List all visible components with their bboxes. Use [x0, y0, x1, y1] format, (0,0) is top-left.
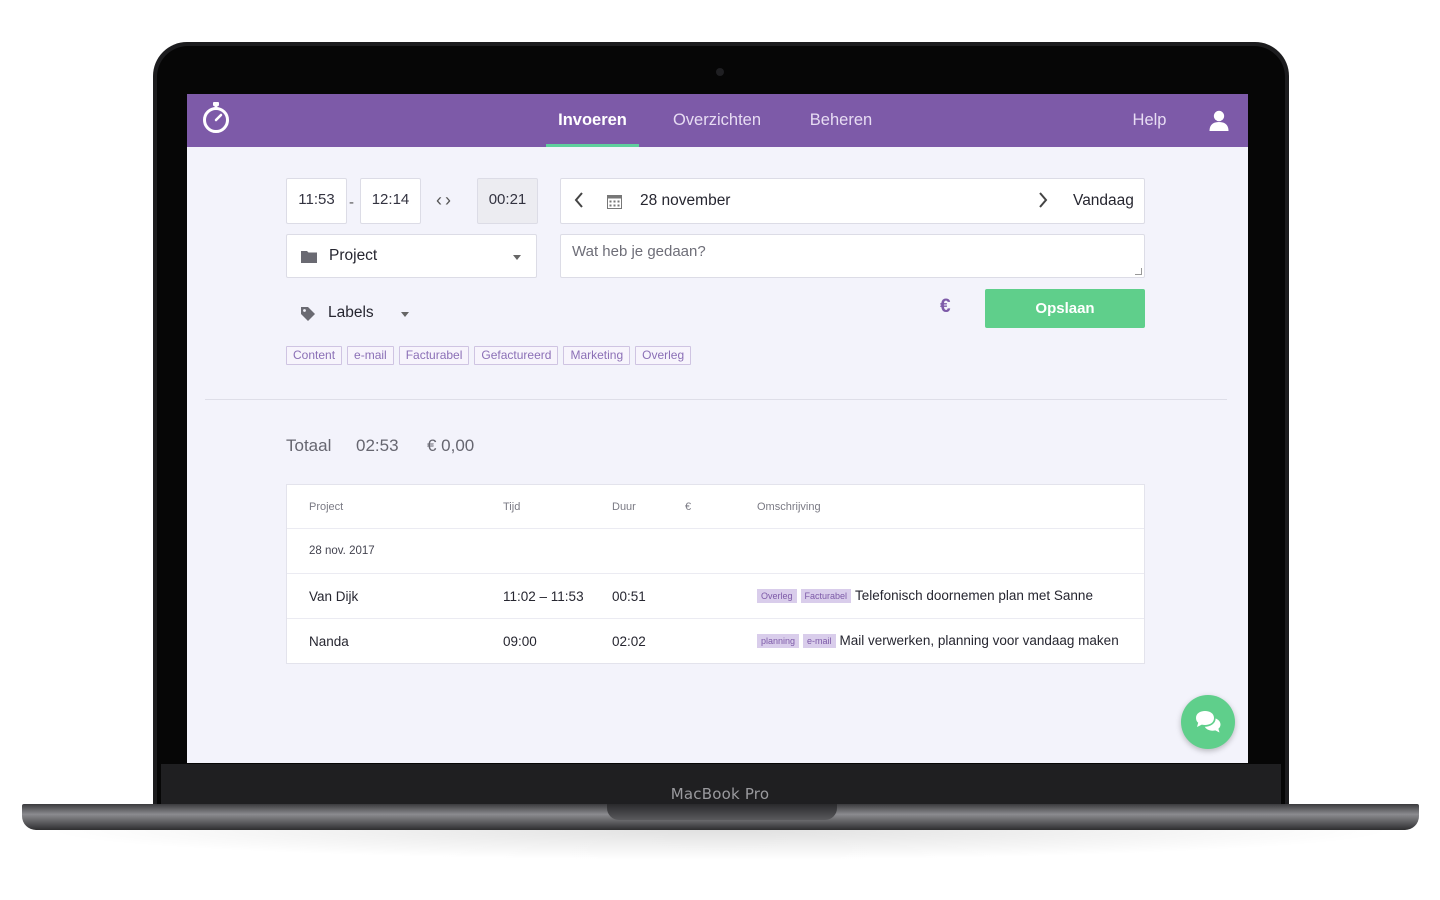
active-tab-indicator	[546, 144, 639, 147]
totals-amount: € 0,00	[427, 436, 475, 455]
billable-toggle[interactable]: €	[940, 296, 951, 318]
app-screen: Invoeren Overzichten Beheren Help 11:53 …	[187, 94, 1248, 763]
help-link[interactable]: Help	[1122, 94, 1177, 147]
save-button[interactable]: Opslaan	[985, 289, 1145, 328]
header-duration[interactable]: Duur	[612, 501, 636, 513]
row-time: 11:02 – 11:53	[503, 589, 584, 604]
tab-overzichten[interactable]: Overzichten	[657, 94, 777, 147]
tab-beheren[interactable]: Beheren	[796, 94, 886, 147]
row-project: Nanda	[309, 634, 349, 649]
resize-handle-icon[interactable]	[1135, 268, 1142, 275]
row-project: Van Dijk	[309, 589, 359, 604]
date-text[interactable]: 28 november	[640, 192, 730, 210]
tag-icon	[301, 307, 315, 321]
row-description: planning e-mail Mail verwerken, planning v…	[757, 633, 1119, 648]
table-row[interactable]: Van Dijk 11:02 – 11:53 00:51 Overleg Fact…	[287, 574, 1144, 619]
header-currency[interactable]: €	[685, 501, 691, 513]
labels-label: Labels	[328, 304, 374, 321]
chevron-down-icon	[401, 312, 409, 317]
group-date: 28 nov. 2017	[309, 545, 375, 557]
label-chip[interactable]: Facturabel	[398, 346, 470, 365]
end-time-input[interactable]: 12:14	[360, 178, 421, 224]
table-group-row: 28 nov. 2017	[287, 529, 1144, 574]
tab-invoeren[interactable]: Invoeren	[546, 94, 639, 147]
today-button[interactable]: Vandaag	[1073, 192, 1134, 210]
quick-labels: Content e-mail Facturabel Gefactureerd M…	[286, 346, 692, 365]
label-chip[interactable]: Overleg	[635, 346, 692, 365]
date-picker: 28 november Vandaag	[560, 178, 1145, 224]
chat-button[interactable]	[1181, 695, 1235, 749]
row-description-text: Mail verwerken, planning voor vandaag ma…	[839, 633, 1119, 648]
label-chip[interactable]: Content	[286, 346, 343, 365]
row-description: Overleg Facturabel Telefonisch doornemen p…	[757, 588, 1093, 603]
chevron-right-icon[interactable]	[1037, 190, 1049, 210]
folder-icon	[301, 251, 317, 263]
row-tag: Facturabel	[800, 589, 852, 603]
calendar-icon[interactable]	[607, 194, 622, 209]
description-input[interactable]	[561, 235, 1144, 277]
row-tag: Overleg	[757, 589, 797, 603]
label-chip[interactable]: e-mail	[347, 346, 394, 365]
chat-bubbles-icon	[1196, 711, 1221, 733]
duration-display: 00:21	[477, 178, 538, 224]
top-navbar: Invoeren Overzichten Beheren Help	[187, 94, 1248, 147]
label-chip[interactable]: Gefactureerd	[474, 346, 559, 365]
header-time[interactable]: Tijd	[503, 501, 520, 513]
row-tag: planning	[757, 634, 800, 648]
model-label: MacBook Pro	[670, 785, 770, 803]
label-chip[interactable]: Marketing	[563, 346, 631, 365]
time-separator: -	[349, 194, 354, 211]
row-duration: 00:51	[612, 589, 646, 604]
row-time: 09:00	[503, 634, 537, 649]
user-icon[interactable]	[1209, 110, 1229, 131]
stopwatch-logo-icon[interactable]	[201, 101, 231, 135]
entries-table: Project Tijd Duur € Omschrijving 28 nov.…	[286, 484, 1145, 664]
camera	[716, 68, 724, 76]
laptop-notch	[607, 804, 837, 820]
row-duration: 02:02	[612, 634, 646, 649]
totals-time: 02:53	[356, 436, 399, 455]
description-field[interactable]	[560, 234, 1145, 278]
laptop-shadow	[40, 830, 1400, 860]
project-select-label: Project	[329, 247, 378, 264]
project-select[interactable]: Project	[286, 234, 537, 278]
totals-label: Totaal	[286, 436, 332, 455]
start-time-input[interactable]: 11:53	[286, 178, 347, 224]
row-description-text: Telefonisch doornemen plan met Sanne	[855, 588, 1093, 603]
chevron-left-icon[interactable]	[573, 190, 585, 210]
chevron-down-icon	[513, 255, 521, 260]
table-header-row: Project Tijd Duur € Omschrijving	[287, 485, 1144, 529]
header-description[interactable]: Omschrijving	[757, 501, 821, 513]
header-project[interactable]: Project	[309, 501, 343, 513]
table-row[interactable]: Nanda 09:00 02:02 planning e-mail Mail ver…	[287, 619, 1144, 663]
section-divider	[205, 399, 1227, 400]
row-tag: e-mail	[803, 634, 836, 648]
swap-arrows-icon[interactable]: ‹ ›	[436, 190, 451, 211]
